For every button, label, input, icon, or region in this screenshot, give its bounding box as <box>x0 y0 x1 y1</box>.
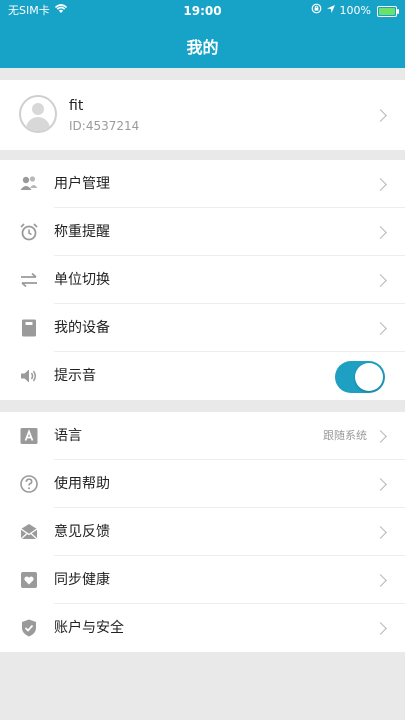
help-icon <box>19 474 39 494</box>
chevron-right-icon <box>374 226 387 239</box>
profile-card[interactable]: fit ID:4537214 <box>0 80 405 150</box>
menu-item-language[interactable]: 语言 跟随系统 <box>0 412 405 460</box>
header-bar: 无SIM卡 19:00 100% 我的 <box>0 0 405 68</box>
status-bar: 无SIM卡 19:00 100% <box>0 0 405 22</box>
page-title: 我的 <box>186 38 219 57</box>
battery-percent: 100% <box>339 4 371 17</box>
menu-item-label: 单位切换 <box>54 272 110 288</box>
menu-item-weigh-reminder[interactable]: 称重提醒 <box>0 208 405 256</box>
chevron-right-icon <box>374 109 387 122</box>
menu-item-help[interactable]: 使用帮助 <box>0 460 405 508</box>
chevron-right-icon <box>374 622 387 635</box>
chevron-right-icon <box>374 430 387 443</box>
chevron-right-icon <box>374 574 387 587</box>
chevron-right-icon <box>374 322 387 335</box>
menu-item-label: 称重提醒 <box>54 224 110 240</box>
bottom-area <box>0 654 405 720</box>
menu-item-label: 用户管理 <box>54 176 110 192</box>
menu-item-user-management[interactable]: 用户管理 <box>0 160 405 208</box>
speaker-icon <box>19 366 39 386</box>
menu-item-label: 同步健康 <box>54 572 110 588</box>
feedback-icon <box>19 522 39 542</box>
swap-arrows-icon <box>19 270 39 290</box>
menu-item-label: 意见反馈 <box>54 524 110 540</box>
language-icon <box>19 426 39 446</box>
menu-item-label: 账户与安全 <box>54 620 124 636</box>
device-icon <box>19 318 39 338</box>
chevron-right-icon <box>374 274 387 287</box>
avatar[interactable] <box>19 95 57 133</box>
menu-item-label: 语言 <box>54 428 82 444</box>
menu-item-account-security[interactable]: 账户与安全 <box>0 604 405 652</box>
orientation-lock-icon <box>311 0 322 22</box>
profile-id: ID:4537214 <box>69 119 140 133</box>
chevron-right-icon <box>374 178 387 191</box>
location-icon <box>326 0 336 22</box>
menu-item-unit-switch[interactable]: 单位切换 <box>0 256 405 304</box>
menu-item-label: 使用帮助 <box>54 476 110 492</box>
profile-name: fit <box>69 98 84 114</box>
battery-icon <box>377 5 399 17</box>
alarm-clock-icon <box>19 222 39 242</box>
menu-item-sync-health[interactable]: 同步健康 <box>0 556 405 604</box>
menu-item-label: 提示音 <box>54 368 96 384</box>
chevron-right-icon <box>374 478 387 491</box>
health-icon <box>19 570 39 590</box>
menu-item-prompt-sound: 提示音 <box>0 352 405 400</box>
menu-item-my-device[interactable]: 我的设备 <box>0 304 405 352</box>
menu-item-feedback[interactable]: 意见反馈 <box>0 508 405 556</box>
settings-group-1: 用户管理 称重提醒 单位切换 我的设备 提示音 <box>0 160 405 400</box>
shield-icon <box>19 618 39 638</box>
language-value: 跟随系统 <box>323 429 367 442</box>
users-icon <box>19 174 39 194</box>
menu-item-label: 我的设备 <box>54 320 110 336</box>
settings-group-2: 语言 跟随系统 使用帮助 意见反馈 同步健康 账户与安全 <box>0 412 405 652</box>
chevron-right-icon <box>374 526 387 539</box>
prompt-sound-toggle[interactable] <box>335 361 385 393</box>
